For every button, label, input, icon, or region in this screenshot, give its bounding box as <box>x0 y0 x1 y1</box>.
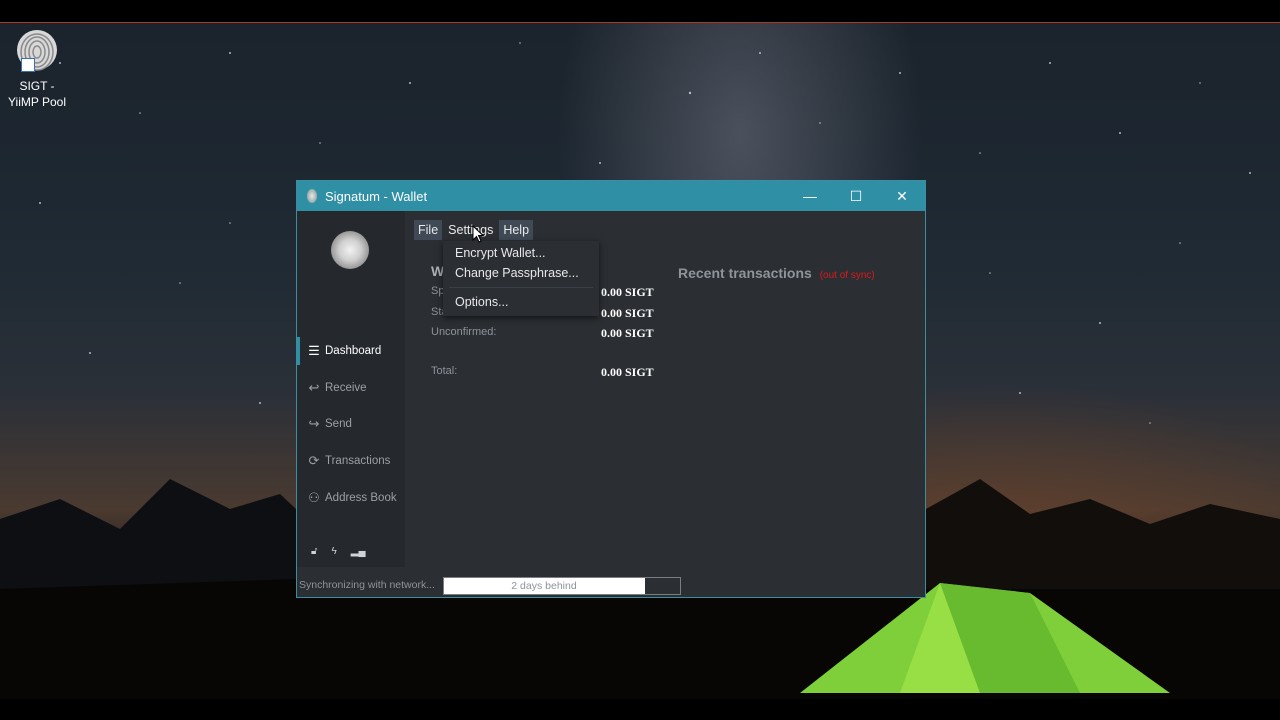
total-label: Total: <box>431 364 458 377</box>
sync-status-text: Synchronizing with network... <box>299 579 435 591</box>
recent-transactions-heading: Recent transactions (out of sync) <box>678 265 875 281</box>
minimize-button[interactable]: — <box>787 181 833 211</box>
close-button[interactable]: ✕ <box>879 181 925 211</box>
signatum-logo <box>331 231 369 269</box>
sidebar-item-dashboard[interactable]: ☰ Dashboard <box>297 337 405 365</box>
dashboard-icon: ☰ <box>308 343 320 358</box>
sidebar-item-receive[interactable]: ↩ Receive <box>297 374 405 402</box>
sidebar-item-address-book[interactable]: ⚇ Address Book <box>297 484 405 512</box>
balance-row-total: Total: 0.00 SIGT <box>431 365 671 386</box>
sidebar: ☰ Dashboard ↩ Receive ↪ Send ⟳ Transacti… <box>297 211 405 567</box>
stake-value: 0.00 SIGT <box>601 305 654 320</box>
app-icon <box>307 189 317 203</box>
sidebar-item-label: Send <box>325 418 352 430</box>
sidebar-item-transactions[interactable]: ⟳ Transactions <box>297 447 405 475</box>
sync-progress-label: 2 days behind <box>511 580 577 592</box>
menu-item-options[interactable]: Options... <box>443 292 599 312</box>
sidebar-item-label: Address Book <box>325 492 397 504</box>
receive-icon: ↩ <box>308 380 320 395</box>
spendable-value: 0.00 SIGT <box>601 285 654 299</box>
out-of-sync-label[interactable]: (out of sync) <box>820 270 875 281</box>
settings-dropdown: Encrypt Wallet... Change Passphrase... O… <box>443 241 599 316</box>
staking-icon[interactable]: ϟ <box>331 546 336 557</box>
desktop-shortcut-sigt-pool[interactable]: SIGT - YiiMP Pool <box>4 26 70 110</box>
address-book-icon: ⚇ <box>308 490 320 505</box>
fingerprint-icon <box>13 26 61 74</box>
sidebar-item-label: Transactions <box>325 455 391 467</box>
window-title: Signatum - Wallet <box>325 188 428 204</box>
balance-row-unconfirmed: Unconfirmed: 0.00 SIGT <box>431 326 671 347</box>
send-icon: ↪ <box>308 416 320 431</box>
menu-file[interactable]: File <box>414 220 443 240</box>
unconfirmed-value: 0.00 SIGT <box>601 326 654 340</box>
menu-settings[interactable]: Settings <box>444 220 498 240</box>
transactions-icon: ⟳ <box>308 453 320 468</box>
menu-help[interactable]: Help <box>499 220 534 240</box>
maximize-button[interactable]: ☐ <box>833 181 879 211</box>
main-panel: File Settings Help Encrypt Wallet... Cha… <box>405 211 925 567</box>
mouse-cursor-icon <box>472 225 484 243</box>
menu-item-encrypt-wallet[interactable]: Encrypt Wallet... <box>443 243 599 263</box>
unconfirmed-label: Unconfirmed: <box>431 326 497 338</box>
status-icons: 🔓︎ ϟ ▂▄ <box>311 546 366 557</box>
total-value: 0.00 SIGT <box>601 364 654 379</box>
wallet-window: Signatum - Wallet — ☐ ✕ ☰ Dashboard ↩ Re… <box>296 180 926 598</box>
sidebar-item-label: Dashboard <box>325 345 382 357</box>
menu-separator <box>449 287 593 288</box>
sync-progress-bar: 2 days behind <box>443 577 681 595</box>
unlock-icon[interactable]: 🔓︎ <box>311 546 317 557</box>
shortcut-arrow-icon <box>21 58 35 72</box>
menu-item-change-passphrase[interactable]: Change Passphrase... <box>443 263 599 283</box>
recent-transactions-title: Recent transactions <box>678 265 812 281</box>
connections-icon[interactable]: ▂▄ <box>351 546 366 557</box>
sidebar-item-send[interactable]: ↪ Send <box>297 410 405 438</box>
status-bar: Synchronizing with network... 2 days beh… <box>297 575 925 597</box>
sidebar-item-label: Receive <box>325 382 367 394</box>
desktop-icon-label: SIGT - YiiMP Pool <box>7 79 67 109</box>
title-bar[interactable]: Signatum - Wallet — ☐ ✕ <box>297 181 925 211</box>
